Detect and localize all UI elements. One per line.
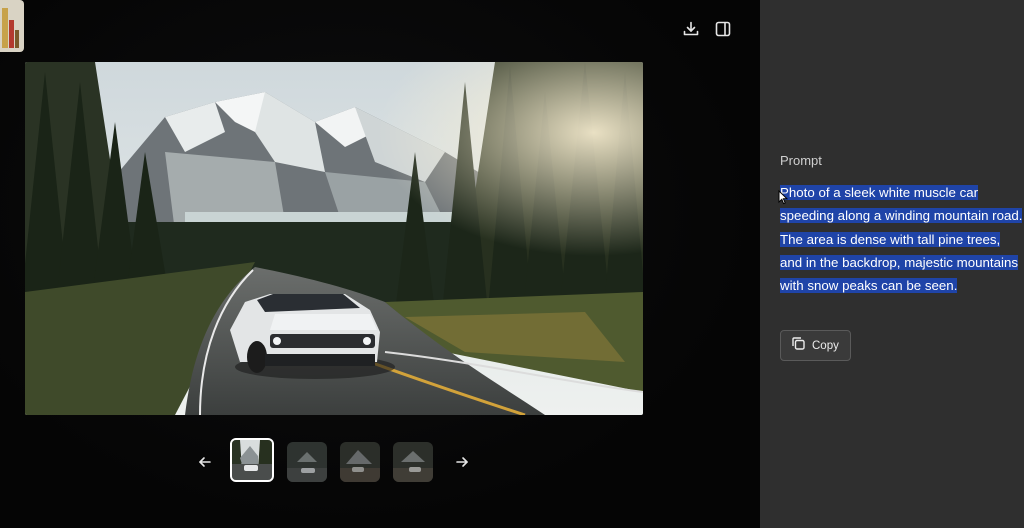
previous-image-thumbnail[interactable] bbox=[0, 0, 24, 52]
prompt-label: Prompt bbox=[780, 153, 822, 168]
thumbnail-4[interactable] bbox=[393, 442, 433, 482]
image-viewer bbox=[0, 0, 760, 528]
arrow-right-icon[interactable] bbox=[448, 448, 476, 476]
prompt-panel: Prompt Photo of a sleek white muscle car… bbox=[760, 0, 1024, 528]
arrow-left-icon[interactable] bbox=[191, 448, 219, 476]
prompt-text[interactable]: Photo of a sleek white muscle car speedi… bbox=[780, 181, 1024, 297]
prompt-selection: Photo of a sleek white muscle car speedi… bbox=[780, 185, 1023, 294]
download-icon[interactable] bbox=[679, 17, 703, 41]
thumbnail-1[interactable] bbox=[230, 438, 274, 482]
generated-image bbox=[25, 62, 643, 415]
panel-toggle-icon[interactable] bbox=[711, 17, 735, 41]
mouse-cursor-icon bbox=[778, 189, 789, 210]
copy-icon bbox=[791, 336, 806, 356]
thumbnail-3[interactable] bbox=[340, 442, 380, 482]
copy-button[interactable]: Copy bbox=[780, 330, 851, 361]
thumbnail-2[interactable] bbox=[287, 442, 327, 482]
copy-button-label: Copy bbox=[812, 339, 839, 352]
